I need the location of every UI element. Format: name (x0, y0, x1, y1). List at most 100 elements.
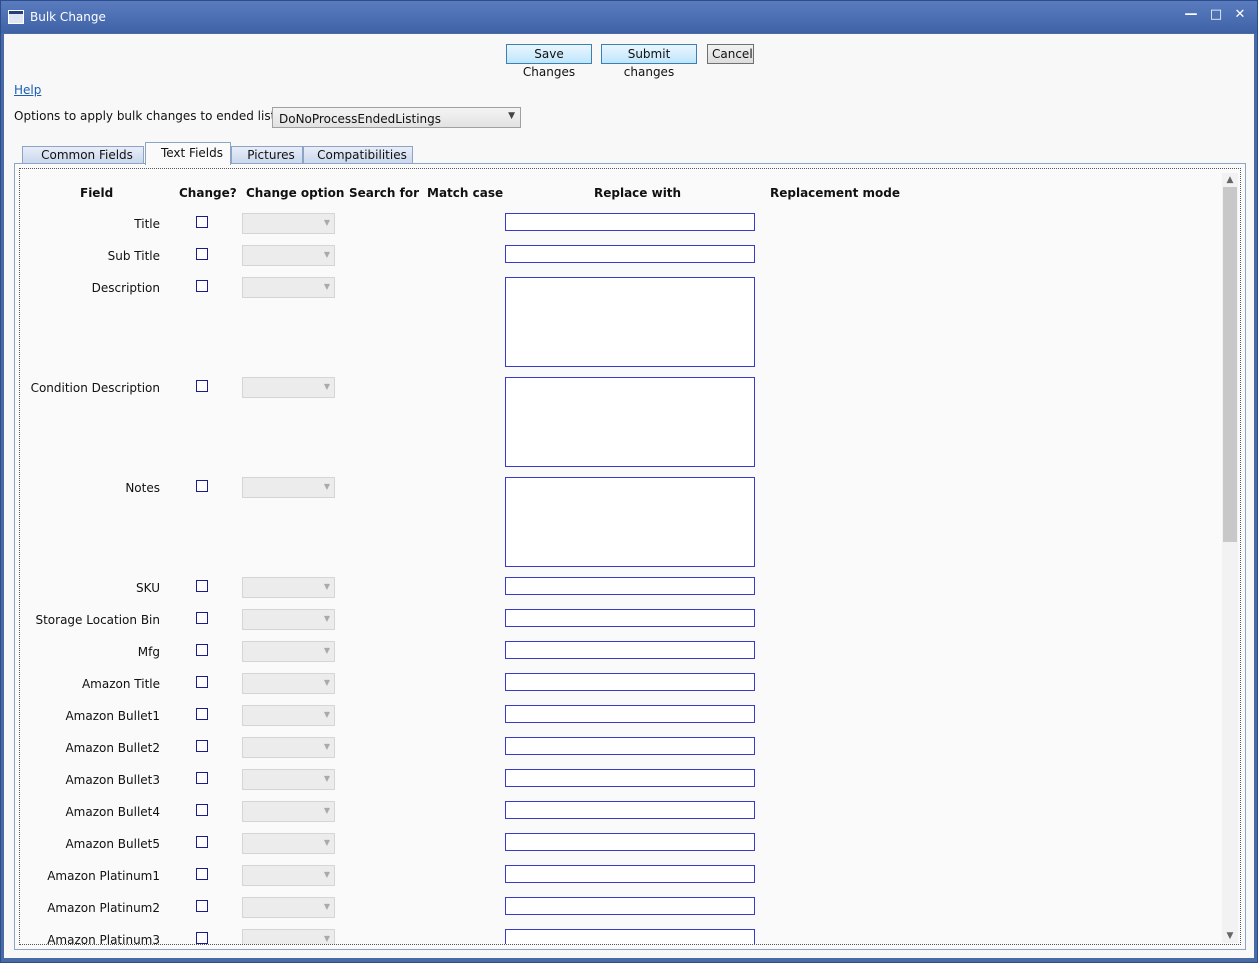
change-checkbox[interactable] (196, 740, 208, 752)
change-checkbox[interactable] (196, 772, 208, 784)
field-label: Amazon Bullet4 (65, 805, 160, 819)
tab-common-fields[interactable]: Common Fields (22, 146, 144, 164)
ended-listings-value: DoNoProcessEndedListings (279, 112, 442, 126)
change-checkbox[interactable] (196, 676, 208, 688)
replace-with-input[interactable] (505, 801, 755, 819)
field-label: Condition Description (30, 381, 160, 395)
submit-changes-button[interactable]: Submit changes (601, 44, 697, 79)
replace-with-input[interactable] (505, 929, 755, 944)
field-label: Amazon Platinum2 (47, 901, 160, 915)
ended-listings-select[interactable]: DoNoProcessEndedListings ▼ (272, 107, 521, 128)
chevron-down-icon: ▼ (323, 870, 330, 879)
replace-with-input[interactable] (505, 705, 755, 723)
change-option-select[interactable]: ▼ (242, 641, 335, 662)
replace-with-input[interactable] (505, 213, 755, 231)
chevron-down-icon: ▼ (323, 710, 330, 719)
change-option-select[interactable]: ▼ (242, 577, 335, 598)
field-label: Amazon Bullet3 (65, 773, 160, 787)
replace-with-input[interactable] (505, 897, 755, 915)
change-checkbox[interactable] (196, 480, 208, 492)
field-label: SKU (136, 581, 160, 595)
replace-with-input[interactable] (505, 833, 755, 851)
change-checkbox[interactable] (196, 932, 208, 944)
change-checkbox[interactable] (196, 644, 208, 656)
change-option-select[interactable]: ▼ (242, 673, 335, 694)
change-option-select[interactable]: ▼ (242, 277, 335, 298)
header-match-case: Match case (427, 186, 504, 200)
replace-with-textarea[interactable] (505, 277, 755, 367)
field-label: Amazon Bullet2 (65, 741, 160, 755)
replace-with-input[interactable] (505, 609, 755, 627)
replace-with-input[interactable] (505, 673, 755, 691)
change-checkbox[interactable] (196, 612, 208, 624)
change-checkbox[interactable] (196, 900, 208, 912)
change-option-select[interactable]: ▼ (242, 897, 335, 918)
change-checkbox[interactable] (196, 804, 208, 816)
field-label: Notes (125, 481, 160, 495)
chevron-down-icon: ▼ (323, 282, 330, 291)
tab-compatibilities[interactable]: Compatibilities (303, 146, 413, 164)
chevron-down-icon: ▼ (323, 806, 330, 815)
replace-with-input[interactable] (505, 737, 755, 755)
chevron-down-icon: ▼ (323, 678, 330, 687)
bulk-change-window: Bulk Change — □ ✕ Save Changes Submit ch… (0, 0, 1258, 963)
field-label: Amazon Bullet5 (65, 837, 160, 851)
change-checkbox[interactable] (196, 836, 208, 848)
change-checkbox[interactable] (196, 216, 208, 228)
maximize-button[interactable]: □ (1206, 7, 1226, 22)
header-replacement-mode: Replacement mode (770, 186, 901, 200)
change-option-select[interactable]: ▼ (242, 833, 335, 854)
help-link[interactable]: Help (14, 83, 41, 97)
change-option-select[interactable]: ▼ (242, 737, 335, 758)
field-label: Amazon Platinum3 (47, 933, 160, 945)
field-label: Amazon Platinum1 (47, 869, 160, 883)
chevron-down-icon: ▼ (323, 774, 330, 783)
chevron-down-icon: ▼ (323, 838, 330, 847)
change-option-select[interactable]: ▼ (242, 801, 335, 822)
change-option-select[interactable]: ▼ (242, 929, 335, 944)
chevron-down-icon: ▼ (323, 382, 330, 391)
change-option-select[interactable]: ▼ (242, 477, 335, 498)
chevron-up-icon[interactable]: ▲ (1222, 173, 1238, 187)
change-option-select[interactable]: ▼ (242, 609, 335, 630)
replace-with-input[interactable] (505, 865, 755, 883)
field-label: Storage Location Bin (35, 613, 160, 627)
chevron-down-icon: ▼ (508, 111, 515, 121)
tab-pictures[interactable]: Pictures (231, 146, 303, 164)
replace-with-textarea[interactable] (505, 377, 755, 467)
minimize-button[interactable]: — (1181, 7, 1201, 22)
replace-with-input[interactable] (505, 245, 755, 263)
title-bar[interactable]: Bulk Change — □ ✕ (1, 1, 1257, 33)
tab-text-fields[interactable]: Text Fields (145, 142, 231, 165)
replace-with-textarea[interactable] (505, 477, 755, 567)
header-change-option: Change option (246, 186, 345, 200)
replace-with-input[interactable] (505, 769, 755, 787)
chevron-down-icon[interactable]: ▼ (1222, 929, 1238, 943)
ended-listings-label: Options to apply bulk changes to ended l… (14, 109, 305, 123)
change-checkbox[interactable] (196, 248, 208, 260)
cancel-button[interactable]: Cancel (707, 44, 754, 64)
chevron-down-icon: ▼ (323, 218, 330, 227)
field-label: Description (91, 281, 160, 295)
change-checkbox[interactable] (196, 380, 208, 392)
chevron-down-icon: ▼ (323, 646, 330, 655)
change-option-select[interactable]: ▼ (242, 377, 335, 398)
change-checkbox[interactable] (196, 868, 208, 880)
field-label: Amazon Title (81, 677, 160, 691)
close-button[interactable]: ✕ (1230, 7, 1250, 22)
change-option-select[interactable]: ▼ (242, 865, 335, 886)
replace-with-input[interactable] (505, 641, 755, 659)
change-option-select[interactable]: ▼ (242, 769, 335, 790)
save-changes-button[interactable]: Save Changes (506, 44, 592, 79)
scroll-thumb[interactable] (1223, 187, 1237, 542)
chevron-down-icon: ▼ (323, 934, 330, 943)
change-option-select[interactable]: ▼ (242, 213, 335, 234)
replace-with-input[interactable] (505, 577, 755, 595)
vertical-scrollbar[interactable]: ▲ ▼ (1222, 173, 1238, 943)
chevron-down-icon: ▼ (323, 614, 330, 623)
change-checkbox[interactable] (196, 708, 208, 720)
change-option-select[interactable]: ▼ (242, 705, 335, 726)
change-option-select[interactable]: ▼ (242, 245, 335, 266)
change-checkbox[interactable] (196, 580, 208, 592)
change-checkbox[interactable] (196, 280, 208, 292)
